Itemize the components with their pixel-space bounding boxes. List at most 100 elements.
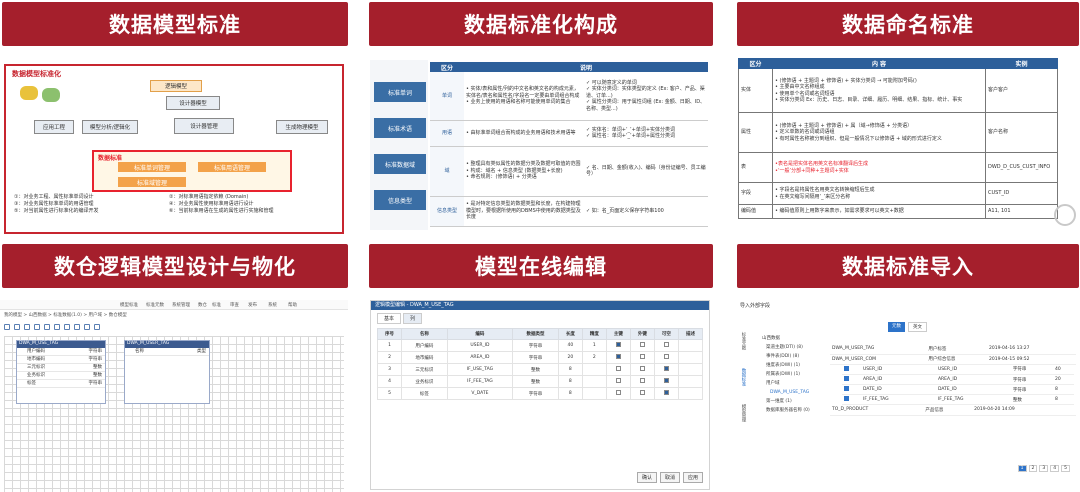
page-button[interactable]: 2 [1028,465,1038,472]
entity-card[interactable]: DWA_M_USE_TAG 用户编码 字符串 地市编码 字符串 三元标识 整数 业务标… [16,340,106,404]
entity-card[interactable]: DWA_M_USER_TAG 名称 类型 [124,340,210,404]
menu-item[interactable]: 系统管理 [172,302,190,308]
nullable-checkbox[interactable] [663,354,669,359]
fk-checkbox[interactable] [639,366,645,371]
side-item[interactable]: 数据标准 [740,368,746,386]
table-row[interactable]: 3 三元标识 IF_USE_TAG 整数 8 [376,363,704,376]
tree-item[interactable]: 所属表(DWI) (1) [762,370,830,379]
menu-item[interactable]: 标准元数 [146,302,164,308]
side-item[interactable]: 标准元数 [740,332,746,350]
table-row[interactable]: DATE_ID DATE_ID 字符串 8 [842,384,1074,395]
paste-icon[interactable] [34,324,40,330]
import-table: DWA_M_USER_TAG 用户标签 2019-04-16 13:27 DWA_M… [830,344,1076,365]
table-row[interactable]: TO_D_PRODUCT 产品信息 2019-04-20 14:09 [830,405,1076,416]
table-row[interactable]: 4 业务标识 IF_FEE_TAG 整数 8 [376,375,704,388]
entity-icon[interactable] [54,324,60,330]
pk-checkbox[interactable] [615,378,621,383]
row-category: 单词 [430,72,464,121]
fk-checkbox[interactable] [639,390,645,395]
banner-model-online-edit: 模型在线编辑 [369,244,713,288]
fk-checkbox[interactable] [639,378,645,383]
designer-toolbar [0,322,348,332]
row-desc: • 由标准单词组合而构成的业务用语和技术用语等 [464,120,584,147]
tree-item[interactable]: 第一维度 (1) [762,397,830,406]
cancel-button[interactable]: 取消 [659,472,680,483]
table-row[interactable]: 1 用户编码 USER_ID 字符串 40 1 [376,339,704,352]
entity-field: 用户编码 字符串 [17,348,105,356]
tab-columns[interactable]: 列 [403,313,423,324]
tree-item[interactable]: 维度表(DWI) (1) [762,361,830,370]
row-checkbox[interactable] [844,376,849,381]
box-physical-model: 生成物理模型 [276,120,328,134]
undo-icon[interactable] [4,324,10,330]
row-content: • 编码值原则上用数字来表示，如需求要求可以英文+数据 [772,204,986,219]
tab-item[interactable]: 元数 [888,322,905,332]
menu-item[interactable]: 审查 [230,302,239,308]
table-row[interactable]: AREA_ID AREA_ID 字符串 20 [842,374,1074,385]
col-header: 可空 [653,328,679,340]
table-row[interactable]: 5 标签 V_DATE 字符串 8 [376,387,704,400]
nullable-checkbox[interactable] [663,366,669,371]
page-button[interactable]: 3 [1039,465,1049,472]
row-example: A11, 101 [985,204,1058,219]
tab-item[interactable]: 英文 [908,322,927,332]
row-checkbox[interactable] [844,365,849,371]
menu-item[interactable]: 模型标准 [120,302,138,308]
side-item[interactable]: 模型管理 [740,404,746,422]
fk-checkbox[interactable] [639,354,645,359]
page-button[interactable]: 5 [1061,465,1070,472]
tree-item[interactable]: 数据库服务器名称 (0) [762,406,830,415]
pk-checkbox[interactable] [615,390,621,395]
nullable-checkbox[interactable] [663,342,669,347]
row-checkbox[interactable] [844,386,849,391]
col-header: 名称 [401,328,448,340]
table-row[interactable]: DWA_M_USER_TAG 用户标签 2019-04-16 13:27 [830,344,1076,355]
pk-checkbox[interactable] [615,342,621,347]
menu-item[interactable]: 数仓 [198,302,207,308]
import-table: TO_D_PRODUCT 产品信息 2019-04-20 14:09 [830,405,1076,416]
menu-item[interactable]: 帮助 [288,302,297,308]
side-info-type[interactable]: 信息类型 [374,190,426,210]
zoom-in-icon[interactable] [74,324,80,330]
delete-icon[interactable] [44,324,50,330]
table-row: 表 •表名是把实体名用英文名标准翻译后生成 •‘一般’分部+同种+主题词+实体 DW… [738,152,1058,183]
table-row[interactable]: 2 地市编码 AREA_ID 字符串 20 2 [376,351,704,364]
design-canvas[interactable]: DWA_M_USE_TAG 用户编码 字符串 地市编码 字符串 三元标识 整数 业务标… [4,336,344,492]
tab-basic[interactable]: 基本 [377,313,402,324]
side-std-domain[interactable]: 标准数据域 [374,154,426,174]
menu-item[interactable]: 发布 [248,302,257,308]
pk-checkbox[interactable] [615,354,621,359]
pk-checkbox[interactable] [615,366,621,371]
tree-item[interactable]: 用户域 [762,379,830,388]
nullable-checkbox[interactable] [663,378,669,383]
page-button[interactable]: 4 [1050,465,1060,472]
relation-icon[interactable] [64,324,70,330]
zoom-out-icon[interactable] [84,324,90,330]
table-row[interactable]: DWA_M_USER_COM 用户综合信息 2019-04-15 09:52 [830,354,1076,365]
tree-item[interactable]: DWA_M_USE_TAG [762,388,830,397]
tree-item[interactable]: 山西数据 [762,334,830,343]
side-std-term[interactable]: 标准术语 [374,118,426,138]
save-icon[interactable] [94,324,100,330]
row-note: ✓ 如：名_页面定义保存字符串100 [584,196,708,227]
side-std-word[interactable]: 标准单词 [374,82,426,102]
apply-button[interactable]: 应用 [682,472,703,483]
col-header: 描述 [677,328,704,340]
row-example: DWD_D_CUS_CUST_INFO [985,152,1058,183]
tree-item[interactable]: 渠道主题(DTI) (8) [762,343,830,352]
copy-icon[interactable] [24,324,30,330]
tree-item[interactable]: 事件表(DDI) (8) [762,352,830,361]
fingerprint-icon [1054,204,1076,226]
import-column-table: USER_ID USER_ID 字符串 40 AREA_ID AREA_ID 字符串 20 … [842,364,1074,405]
menu-item[interactable]: 系统 [268,302,277,308]
table-row[interactable]: USER_ID USER_ID 字符串 40 [842,364,1074,375]
menu-item[interactable]: 标准 [212,302,221,308]
col-header: 数据类型 [512,328,559,340]
fk-checkbox[interactable] [639,342,645,347]
page-button[interactable]: 1 [1017,465,1027,472]
confirm-button[interactable]: 确认 [636,472,657,483]
table-row[interactable]: IF_FEE_TAG IF_FEE_TAG 整数 8 [842,394,1074,405]
row-checkbox[interactable] [844,396,849,401]
nullable-checkbox[interactable] [663,390,669,395]
redo-icon[interactable] [14,324,20,330]
